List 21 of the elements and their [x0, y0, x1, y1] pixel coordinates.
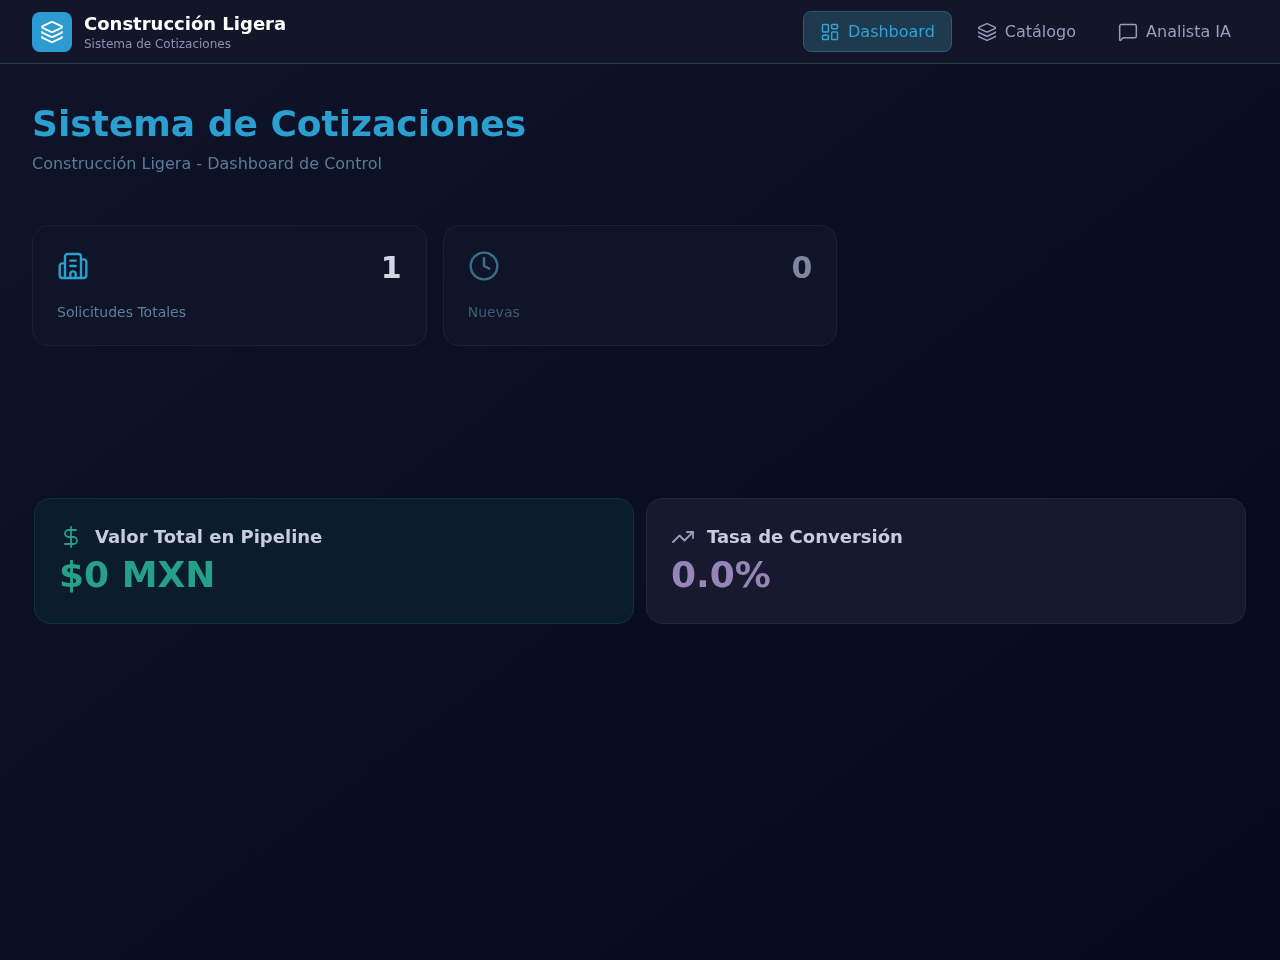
page-subtitle: Construcción Ligera - Dashboard de Control [32, 153, 383, 175]
stat-label: Nuevas [467, 303, 521, 322]
chat-bubble-icon [1118, 21, 1139, 42]
nav-tab[interactable]: Analista IA [1101, 11, 1248, 52]
stat-value: 0 [791, 250, 813, 286]
metric-title: Tasa de Conversión [707, 525, 903, 549]
layers-logo-icon [32, 11, 72, 52]
metric-value: $0 MXN [59, 555, 217, 595]
app-subtitle: Sistema de Cotizaciones [84, 35, 232, 52]
grid-layout-icon [820, 21, 840, 42]
app-title: Construcción Ligera [84, 11, 287, 36]
clock-icon [467, 250, 500, 282]
metric-value: 0.0% [671, 555, 772, 595]
nav-tab[interactable]: Dashboard [803, 11, 952, 52]
layers-icon [976, 21, 997, 42]
page-title: Sistema de Cotizaciones [32, 104, 528, 144]
stat-value: 1 [380, 250, 402, 286]
building-icon [57, 250, 89, 282]
nav-tab[interactable]: Catálogo [959, 11, 1094, 52]
stat-label: Solicitudes Totales [57, 303, 188, 322]
metric-title: Valor Total en Pipeline [95, 525, 323, 549]
